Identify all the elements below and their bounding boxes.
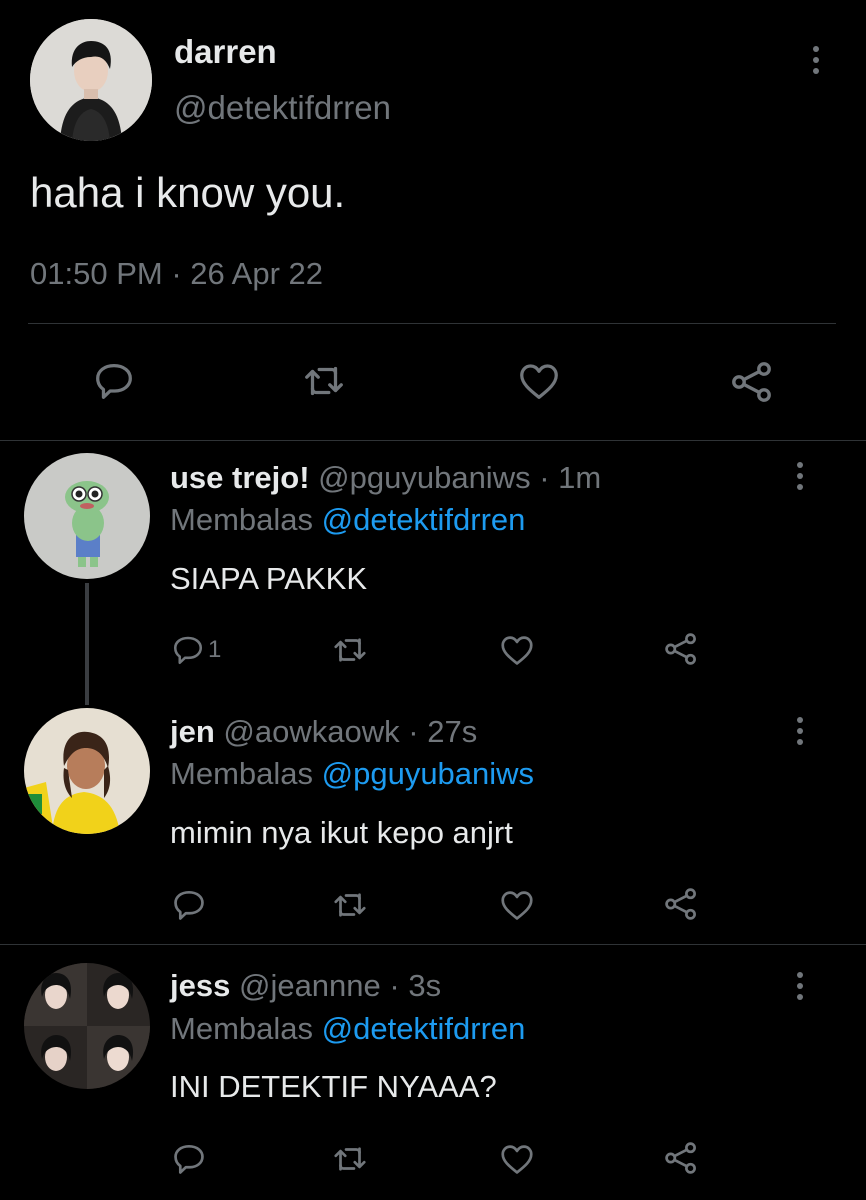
divider xyxy=(0,440,866,441)
like-icon[interactable] xyxy=(515,358,563,404)
reply-icon[interactable]: 1 xyxy=(170,632,221,668)
reply-icon[interactable] xyxy=(170,886,208,924)
retweet-icon[interactable] xyxy=(331,886,369,924)
avatar[interactable] xyxy=(24,708,150,834)
avatar[interactable] xyxy=(30,19,152,141)
time: 01:50 PM xyxy=(30,256,163,291)
reply-text: INI DETEKTIF NYAAA? xyxy=(170,1069,497,1104)
reply-icon[interactable] xyxy=(170,1140,208,1178)
replying-to-handle[interactable]: @pguyubaniws xyxy=(322,756,534,791)
tweet-text: haha i know you. xyxy=(30,169,346,216)
display-name[interactable]: use trejo! xyxy=(170,460,310,495)
handle[interactable]: @jeannne xyxy=(239,968,381,1003)
replying-to: Membalas @detektifdrren xyxy=(170,501,525,539)
avatar[interactable] xyxy=(24,963,150,1089)
separator: · xyxy=(539,460,550,495)
replying-prefix: Membalas xyxy=(170,502,313,537)
reply-header: jen @aowkaowk · 27s xyxy=(170,713,477,751)
reply-text: SIAPA PAKKK xyxy=(170,561,368,596)
more-options-icon[interactable] xyxy=(788,711,812,751)
handle[interactable]: @detektifdrren xyxy=(174,88,391,128)
more-options-icon[interactable] xyxy=(788,456,812,496)
thread-connector xyxy=(85,583,89,705)
reply-age[interactable]: 3s xyxy=(408,968,441,1003)
timestamp[interactable]: 01:50 PM · 26 Apr 22 xyxy=(30,255,323,293)
display-name[interactable]: jess xyxy=(170,968,230,1003)
reply-header: use trejo! @pguyubaniws · 1m xyxy=(170,459,601,497)
separator: · xyxy=(408,714,419,749)
reply-age[interactable]: 1m xyxy=(558,460,601,495)
more-options-icon[interactable] xyxy=(788,966,812,1006)
reply-text: mimin nya ikut kepo anjrt xyxy=(170,815,513,850)
share-icon[interactable] xyxy=(662,885,700,923)
retweet-icon[interactable] xyxy=(300,358,348,404)
replying-to: Membalas @pguyubaniws xyxy=(170,755,534,793)
reply-header: jess @jeannne · 3s xyxy=(170,967,441,1005)
replying-prefix: Membalas xyxy=(170,1011,313,1046)
display-name[interactable]: jen xyxy=(170,714,215,749)
handle[interactable]: @pguyubaniws xyxy=(318,460,530,495)
reply-count: 1 xyxy=(208,636,222,663)
date: 26 Apr 22 xyxy=(190,256,323,291)
replying-to-handle[interactable]: @detektifdrren xyxy=(322,1011,526,1046)
replying-to: Membalas @detektifdrren xyxy=(170,1010,525,1048)
replying-prefix: Membalas xyxy=(170,756,313,791)
like-icon[interactable] xyxy=(498,1140,536,1178)
like-icon[interactable] xyxy=(498,631,536,669)
reply-age[interactable]: 27s xyxy=(427,714,477,749)
reply-icon[interactable] xyxy=(91,358,137,404)
replying-to-handle[interactable]: @detektifdrren xyxy=(322,502,526,537)
like-icon[interactable] xyxy=(498,886,536,924)
avatar[interactable] xyxy=(24,453,150,579)
divider xyxy=(0,944,866,945)
share-icon[interactable] xyxy=(662,1139,700,1177)
separator: · xyxy=(389,968,400,1003)
more-options-icon[interactable] xyxy=(804,40,828,80)
divider xyxy=(28,323,836,324)
share-icon[interactable] xyxy=(728,358,776,406)
retweet-icon[interactable] xyxy=(331,1140,369,1178)
display-name[interactable]: darren xyxy=(174,32,277,72)
separator: · xyxy=(171,256,182,291)
handle[interactable]: @aowkaowk xyxy=(223,714,399,749)
retweet-icon[interactable] xyxy=(331,631,369,669)
share-icon[interactable] xyxy=(662,630,700,668)
